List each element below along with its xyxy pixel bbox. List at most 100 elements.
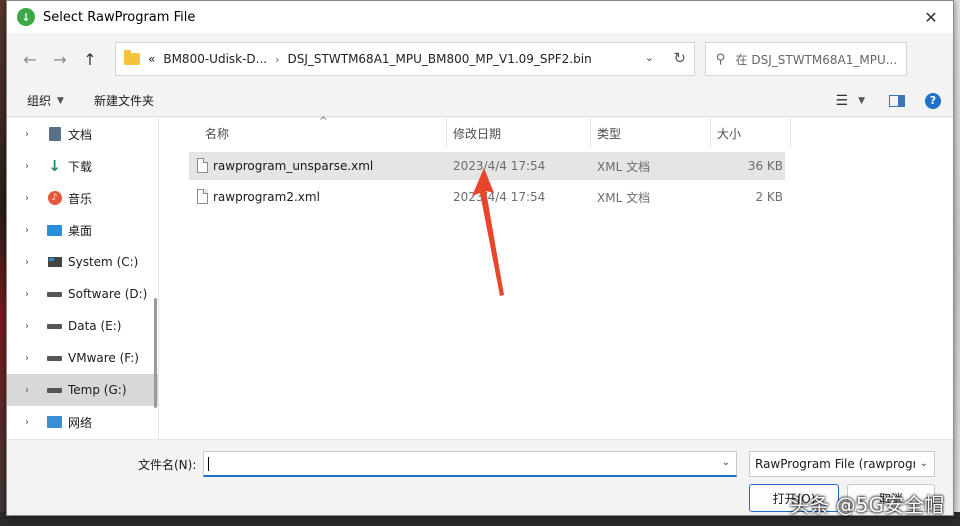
- refresh-icon[interactable]: ↻: [673, 49, 686, 67]
- chevron-down-icon[interactable]: ⌄: [645, 51, 654, 64]
- file-type-filter[interactable]: RawProgram File (rawprogram*.xml) ⌄: [749, 451, 935, 477]
- folder-icon: [124, 50, 140, 65]
- view-list-icon[interactable]: ☰: [836, 93, 849, 109]
- watermark: 头条 @5G安全帽: [789, 493, 944, 517]
- arrow-left-icon: ←: [23, 49, 37, 69]
- sidebar-item-label: 文档: [68, 127, 93, 142]
- search-box[interactable]: ⚲ 在 DSJ_STWTM68A1_MPU...: [705, 42, 907, 76]
- expand-chevron-icon[interactable]: ›: [25, 257, 29, 268]
- expand-chevron-icon[interactable]: ›: [25, 321, 29, 332]
- window-title: Select RawProgram File: [43, 9, 196, 25]
- file-open-dialog: ↓ Select RawProgram File ✕ ← → ↑ « BM800…: [6, 0, 954, 516]
- organize-menu[interactable]: 组织 ▼: [27, 92, 64, 109]
- column-header-size[interactable]: 大小: [711, 118, 791, 148]
- file-name: rawprogram2.xml: [213, 190, 320, 204]
- sidebar-item-label: 网络: [68, 415, 93, 430]
- sidebar-item-temp-g[interactable]: › Temp (G:): [7, 374, 158, 406]
- file-type: XML 文档: [597, 159, 651, 174]
- sidebar-item-label: System (C:): [68, 255, 139, 269]
- title-bar: ↓ Select RawProgram File ✕: [7, 1, 953, 33]
- sidebar-item-label: Software (D:): [68, 287, 148, 301]
- file-name: rawprogram_unsparse.xml: [213, 159, 374, 173]
- command-bar: 组织 ▼ 新建文件夹 ☰ ▼ ?: [7, 85, 953, 117]
- column-header-date[interactable]: 修改日期: [447, 118, 591, 148]
- drive-icon: [47, 319, 62, 334]
- file-row[interactable]: rawprogram2.xml 2023/4/4 17:54 XML 文档 2 …: [189, 183, 785, 211]
- chevron-right-icon: ›: [275, 52, 280, 66]
- file-date: 2023/4/4 17:54: [453, 159, 546, 173]
- network-icon: [47, 415, 62, 430]
- preview-pane-icon[interactable]: [889, 94, 905, 107]
- close-icon: ✕: [924, 7, 938, 27]
- system-drive-icon: [47, 255, 62, 270]
- expand-chevron-icon[interactable]: ›: [25, 161, 29, 172]
- navigation-pane: › 文档 › ↓ 下载 › ♪ 音乐 › 桌面 › System (C:) › …: [7, 118, 159, 439]
- sidebar-item-music[interactable]: › ♪ 音乐: [7, 182, 158, 214]
- sidebar-item-downloads[interactable]: › ↓ 下载: [7, 150, 158, 182]
- sidebar-item-vmware-f[interactable]: › VMware (F:): [7, 342, 158, 374]
- sidebar-item-data-e[interactable]: › Data (E:): [7, 310, 158, 342]
- arrow-right-icon: →: [53, 49, 67, 69]
- file-type: XML 文档: [597, 190, 651, 205]
- filename-input[interactable]: ⌄: [203, 451, 737, 477]
- breadcrumb-item[interactable]: BM800-Udisk-D...: [163, 52, 267, 66]
- filename-label: 文件名(N):: [138, 458, 197, 472]
- sidebar-item-software-d[interactable]: › Software (D:): [7, 278, 158, 310]
- file-size: 2 KB: [755, 190, 783, 204]
- desktop-icon: [47, 223, 62, 238]
- expand-chevron-icon[interactable]: ›: [25, 193, 29, 204]
- drive-icon: [47, 383, 62, 398]
- expand-chevron-icon[interactable]: ›: [25, 225, 29, 236]
- sidebar-item-label: 桌面: [68, 223, 93, 238]
- file-icon: [197, 189, 208, 204]
- download-icon: ↓: [48, 157, 61, 175]
- column-header-row: ^ 名称 修改日期 类型 大小: [173, 116, 953, 148]
- up-button[interactable]: ↑: [75, 44, 105, 74]
- chevron-down-icon[interactable]: ⌄: [722, 457, 730, 468]
- sidebar-item-label: Temp (G:): [68, 383, 127, 397]
- back-button[interactable]: ←: [15, 44, 45, 74]
- sidebar-item-network[interactable]: › 网络: [7, 406, 158, 438]
- sidebar-item-label: 下载: [68, 159, 93, 174]
- sidebar-scrollbar[interactable]: [154, 298, 157, 408]
- music-icon: ♪: [47, 191, 62, 206]
- breadcrumb-overflow[interactable]: «: [148, 52, 155, 66]
- sidebar-item-system-c[interactable]: › System (C:): [7, 246, 158, 278]
- search-icon: ⚲: [716, 51, 726, 67]
- drive-icon: [47, 351, 62, 366]
- file-date: 2023/4/4 17:54: [453, 190, 546, 204]
- sidebar-item-label: VMware (F:): [68, 351, 139, 365]
- arrow-up-icon: ↑: [83, 49, 97, 69]
- sidebar-item-label: Data (E:): [68, 319, 122, 333]
- forward-button[interactable]: →: [45, 44, 75, 74]
- address-bar[interactable]: « BM800-Udisk-D... › DSJ_STWTM68A1_MPU_B…: [115, 42, 695, 76]
- file-type-filter-value: RawProgram File (rawprogram*.xml): [755, 457, 915, 471]
- expand-chevron-icon[interactable]: ›: [25, 289, 29, 300]
- view-caret-down-icon[interactable]: ▼: [858, 96, 865, 106]
- documents-icon: [47, 127, 62, 142]
- column-header-name[interactable]: 名称: [199, 118, 447, 148]
- organize-label: 组织: [27, 94, 52, 108]
- breadcrumb-item-current[interactable]: DSJ_STWTM68A1_MPU_BM800_MP_V1.09_SPF2.bi…: [288, 52, 592, 66]
- sidebar-item-desktop[interactable]: › 桌面: [7, 214, 158, 246]
- caret-down-icon: ▼: [57, 95, 64, 106]
- sidebar-item-documents[interactable]: › 文档: [7, 118, 158, 150]
- column-header-type[interactable]: 类型: [591, 118, 711, 148]
- file-list: ^ 名称 修改日期 类型 大小 rawprogram_unsparse.xml …: [173, 116, 953, 439]
- main-area: › 文档 › ↓ 下载 › ♪ 音乐 › 桌面 › System (C:) › …: [7, 116, 953, 439]
- drive-icon: [47, 287, 62, 302]
- expand-chevron-icon[interactable]: ›: [25, 129, 29, 140]
- new-folder-label: 新建文件夹: [93, 94, 154, 108]
- file-row[interactable]: rawprogram_unsparse.xml 2023/4/4 17:54 X…: [189, 152, 785, 180]
- search-input[interactable]: 在 DSJ_STWTM68A1_MPU...: [736, 51, 898, 68]
- expand-chevron-icon[interactable]: ›: [25, 353, 29, 364]
- app-download-icon: ↓: [17, 8, 35, 26]
- expand-chevron-icon[interactable]: ›: [25, 417, 29, 428]
- file-size: 36 KB: [747, 159, 783, 173]
- help-icon[interactable]: ?: [925, 92, 941, 109]
- expand-chevron-icon[interactable]: ›: [25, 385, 29, 396]
- file-icon: [197, 158, 208, 173]
- new-folder-button[interactable]: 新建文件夹: [94, 92, 154, 109]
- close-button[interactable]: ✕: [909, 1, 953, 33]
- text-caret: [208, 457, 209, 471]
